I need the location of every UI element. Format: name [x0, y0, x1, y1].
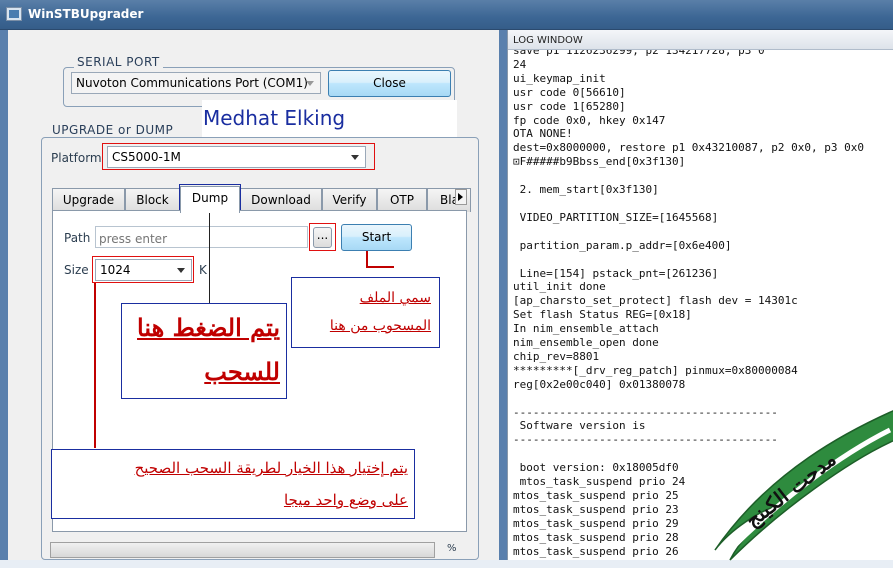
annotation-choose-option-line2: على وضع واحد ميجا [283, 491, 408, 509]
serial-port-value: Nuvoton Communications Port (COM1) [76, 76, 308, 90]
connector-line [366, 266, 394, 268]
log-line: dest=0x8000000, restore p1 0x43210087, p… [513, 141, 864, 155]
annotation-choose-option: يتم إختيار هذا الخيار لطريقة السحب الصحي… [51, 449, 415, 519]
log-line: util_init done [513, 280, 606, 294]
watermark-logo: مدحت الكينج [700, 400, 893, 565]
upgrade-dump-legend: UPGRADE or DUMP [49, 123, 177, 137]
tab-upgrade[interactable]: Upgrade [52, 188, 125, 212]
annotation-press-here-line2: للسحب [204, 357, 280, 386]
annotation-name-file: سمي الملف المسحوب من هنا [291, 277, 440, 348]
path-label: Path [64, 231, 91, 245]
platform-highlight [102, 143, 375, 170]
connector-line [366, 251, 368, 267]
log-line: usr code 1[65280] [513, 99, 626, 113]
log-line: usr code 0[56610] [513, 85, 626, 99]
watermark-swoosh-icon: مدحت الكينج [714, 410, 893, 561]
log-line: 2. mem_start[0x3f130] [513, 183, 659, 197]
serial-port-select[interactable]: Nuvoton Communications Port (COM1) [71, 72, 321, 94]
title-bar: WinSTBUpgrader [0, 0, 893, 30]
author-name: Medhat Elking [203, 106, 346, 130]
log-line: ui_keymap_init [513, 71, 606, 85]
log-line: fp code 0x0, hkey 0x147 [513, 113, 666, 127]
log-line: *********[_drv_reg_patch] pinmux=0x80000… [513, 363, 798, 377]
path-input[interactable] [95, 226, 308, 248]
progress-bar [50, 542, 435, 558]
log-window-title: LOG WINDOW [508, 30, 893, 50]
size-unit-label: K [199, 263, 207, 277]
log-line: VIDEO_PARTITION_SIZE=[1645568] [513, 210, 719, 224]
annotation-press-here-line1: يتم الضغط هنا [137, 313, 280, 342]
progress-percent-label: % [447, 543, 457, 554]
platform-label: Platform [51, 151, 102, 165]
log-line: chip_rev=8801 [513, 349, 600, 363]
log-line: Line=[154] pstack_pnt=[261236] [513, 266, 719, 280]
tab-otp[interactable]: OTP [377, 188, 427, 212]
log-line: partition_param.p_addr=[0x6e400] [513, 238, 732, 252]
size-highlight [92, 256, 194, 283]
tab-dump[interactable]: Dump [180, 186, 240, 213]
close-button[interactable]: Close [328, 70, 451, 97]
log-line: reg[0x2e00c040] 0x01380078 [513, 377, 686, 391]
log-line: OTA NONE! [513, 127, 573, 141]
connector-line [94, 283, 96, 448]
author-banner: Medhat Elking [202, 100, 457, 137]
tab-verify[interactable]: Verify [322, 188, 377, 212]
browse-highlight [309, 223, 336, 251]
log-line: In nim_ensemble_attach [513, 322, 659, 336]
tab-download[interactable]: Download [240, 188, 322, 212]
tab-scroll-right-button[interactable] [455, 189, 467, 205]
log-line: ⊡F#####b9Bbss_end[0x3f130] [513, 155, 686, 169]
annotation-press-here: يتم الضغط هنا للسحب [121, 303, 287, 399]
app-icon [6, 7, 22, 21]
size-label: Size [64, 263, 89, 277]
chevron-down-icon [306, 81, 314, 86]
start-button[interactable]: Start [341, 224, 412, 251]
log-line: [ap_charsto_set_protect] flash dev = 143… [513, 294, 798, 308]
log-line: 24 [513, 57, 527, 71]
log-line: nim_ensemble_open done [513, 336, 659, 350]
annotation-choose-option-line1: يتم إختيار هذا الخيار لطريقة السحب الصحي… [134, 459, 408, 477]
window-title: WinSTBUpgrader [28, 7, 144, 21]
log-line: Set flash Status REG=[0x18] [513, 308, 692, 322]
svg-text:مدحت الكينج: مدحت الكينج [741, 447, 841, 533]
serial-port-legend: SERIAL PORT [74, 55, 163, 69]
annotation-name-file-line2: المسحوب من هنا [329, 318, 431, 334]
tab-block[interactable]: Block [125, 188, 180, 212]
connector-line [209, 212, 210, 305]
